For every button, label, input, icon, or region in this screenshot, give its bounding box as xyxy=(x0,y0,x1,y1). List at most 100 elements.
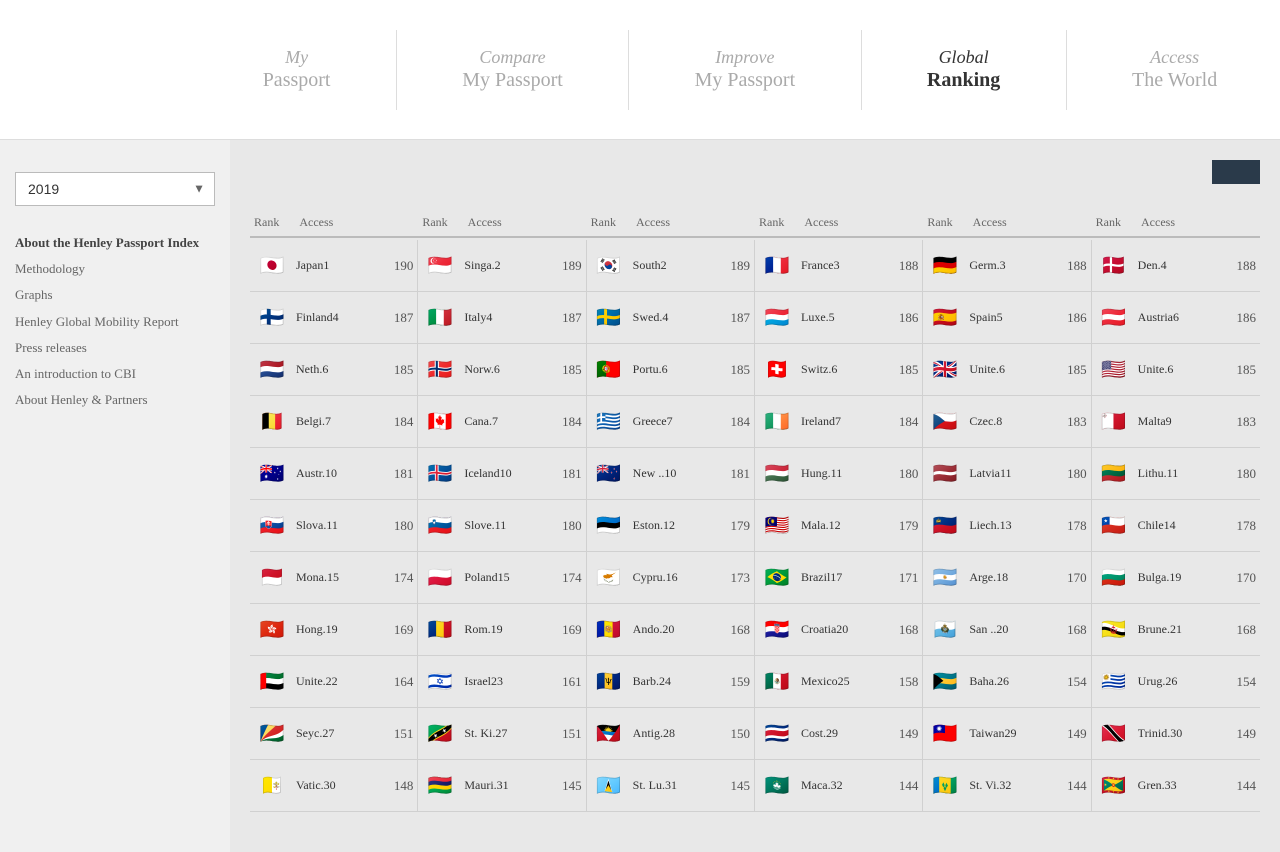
table-row[interactable]: 🇱🇹Lithu.11180 xyxy=(1092,448,1260,500)
country-info: Greece7 xyxy=(633,414,718,429)
table-row[interactable]: 🇳🇿New ..10181 xyxy=(587,448,755,500)
table-row[interactable]: 🇰🇳St. Ki.27151 xyxy=(418,708,586,760)
table-row[interactable]: 🇧🇪Belgi.7184 xyxy=(250,396,418,448)
sidebar-item-about-henley[interactable]: About the Henley Passport Index xyxy=(15,230,215,256)
country-name: Slove.11 xyxy=(464,518,549,533)
table-row[interactable]: 🇱🇺Luxe.5186 xyxy=(755,292,923,344)
table-row[interactable]: 🇪🇸Spain5186 xyxy=(923,292,1091,344)
table-row[interactable]: 🇸🇪Swed.4187 xyxy=(587,292,755,344)
table-row[interactable]: 🇱🇮Liech.13178 xyxy=(923,500,1091,552)
table-row[interactable]: 🇱🇨St. Lu.31145 xyxy=(587,760,755,812)
table-row[interactable]: 🇲🇽Mexico25158 xyxy=(755,656,923,708)
table-row[interactable]: 🇹🇹Trinid.30149 xyxy=(1092,708,1260,760)
access-score: 184 xyxy=(722,414,750,430)
country-name: St. Ki.27 xyxy=(464,726,549,741)
access-score: 186 xyxy=(1228,310,1256,326)
table-row[interactable]: 🇺🇸Unite.6185 xyxy=(1092,344,1260,396)
content-area: Rank Access Rank Access Rank Access Rank… xyxy=(230,140,1280,852)
flag-icon: 🇳🇴 xyxy=(422,352,458,388)
sidebar-item-mobility-report[interactable]: Henley Global Mobility Report xyxy=(15,309,215,335)
sidebar-item-graphs[interactable]: Graphs xyxy=(15,282,215,308)
country-info: Swed.4 xyxy=(633,310,718,325)
table-row[interactable]: 🇦🇩Ando.20168 xyxy=(587,604,755,656)
nav-compare[interactable]: Compare My Passport xyxy=(442,0,583,139)
table-row[interactable]: 🇲🇴Maca.32144 xyxy=(755,760,923,812)
table-row[interactable]: 🇩🇪Germ.3188 xyxy=(923,240,1091,292)
table-row[interactable]: 🇳🇴Norw.6185 xyxy=(418,344,586,396)
sidebar-item-about-partners[interactable]: About Henley & Partners xyxy=(15,387,215,413)
nav-my-passport[interactable]: My Passport xyxy=(243,0,351,139)
table-row[interactable]: 🇹🇼Taiwan29149 xyxy=(923,708,1091,760)
table-row[interactable]: 🇦🇹Austria6186 xyxy=(1092,292,1260,344)
flag-icon: 🇧🇬 xyxy=(1096,560,1132,596)
table-row[interactable]: 🇵🇱Poland15174 xyxy=(418,552,586,604)
table-row[interactable]: 🇺🇾Urug.26154 xyxy=(1092,656,1260,708)
table-row[interactable]: 🇬🇧Unite.6185 xyxy=(923,344,1091,396)
table-row[interactable]: 🇧🇸Baha.26154 xyxy=(923,656,1091,708)
table-row[interactable]: 🇷🇴Rom.19169 xyxy=(418,604,586,656)
table-row[interactable]: 🇱🇻Latvia11180 xyxy=(923,448,1091,500)
table-row[interactable]: 🇲🇺Mauri.31145 xyxy=(418,760,586,812)
table-row[interactable]: 🇮🇪Ireland7184 xyxy=(755,396,923,448)
table-row[interactable]: 🇸🇨Seyc.27151 xyxy=(250,708,418,760)
sidebar-item-press-releases[interactable]: Press releases xyxy=(15,335,215,361)
enquire-button[interactable] xyxy=(1212,160,1260,184)
nav-access-world[interactable]: Access The World xyxy=(1112,0,1237,139)
table-row[interactable]: 🇨🇷Cost.29149 xyxy=(755,708,923,760)
table-row[interactable]: 🇵🇹Portu.6185 xyxy=(587,344,755,396)
table-row[interactable]: 🇸🇮Slove.11180 xyxy=(418,500,586,552)
access-score: 179 xyxy=(722,518,750,534)
table-row[interactable]: 🇧🇧Barb.24159 xyxy=(587,656,755,708)
table-row[interactable]: 🇨🇱Chile14178 xyxy=(1092,500,1260,552)
table-row[interactable]: 🇻🇨St. Vi.32144 xyxy=(923,760,1091,812)
table-row[interactable]: 🇪🇪Eston.12179 xyxy=(587,500,755,552)
table-row[interactable]: 🇨🇭Switz.6185 xyxy=(755,344,923,396)
sidebar-item-methodology[interactable]: Methodology xyxy=(15,256,215,282)
header-cell-3: Rank Access xyxy=(587,209,755,236)
table-row[interactable]: 🇳🇱Neth.6185 xyxy=(250,344,418,396)
nav-improve-line2: My Passport xyxy=(695,68,796,92)
table-row[interactable]: 🇦🇺Austr.10181 xyxy=(250,448,418,500)
table-row[interactable]: 🇮🇸Iceland10181 xyxy=(418,448,586,500)
table-row[interactable]: 🇨🇾Cypru.16173 xyxy=(587,552,755,604)
table-row[interactable]: 🇭🇺Hung.11180 xyxy=(755,448,923,500)
table-row[interactable]: 🇲🇹Malta9183 xyxy=(1092,396,1260,448)
table-row[interactable]: 🇦🇪Unite.22164 xyxy=(250,656,418,708)
table-row[interactable]: 🇦🇷Arge.18170 xyxy=(923,552,1091,604)
table-row[interactable]: 🇫🇮Finland4187 xyxy=(250,292,418,344)
table-row[interactable]: 🇲🇾Mala.12179 xyxy=(755,500,923,552)
nav-improve[interactable]: Improve My Passport xyxy=(675,0,816,139)
table-row[interactable]: 🇸🇬Singa.2189 xyxy=(418,240,586,292)
table-row[interactable]: 🇮🇹Italy4187 xyxy=(418,292,586,344)
country-name: Ando.20 xyxy=(633,622,718,637)
table-row[interactable]: 🇧🇳Brune.21168 xyxy=(1092,604,1260,656)
table-row[interactable]: 🇨🇦Cana.7184 xyxy=(418,396,586,448)
table-row[interactable]: 🇸🇰Slova.11180 xyxy=(250,500,418,552)
year-select[interactable]: 2019 2018 2017 xyxy=(15,172,215,206)
table-row[interactable]: 🇨🇿Czec.8183 xyxy=(923,396,1091,448)
table-row[interactable]: 🇸🇲San ..20168 xyxy=(923,604,1091,656)
table-row[interactable]: 🇭🇰Hong.19169 xyxy=(250,604,418,656)
table-row[interactable]: 🇰🇷South2189 xyxy=(587,240,755,292)
table-row[interactable]: 🇩🇰Den.4188 xyxy=(1092,240,1260,292)
table-row[interactable]: 🇦🇬Antig.28150 xyxy=(587,708,755,760)
nav-divider-2 xyxy=(628,30,629,110)
access-score: 158 xyxy=(890,674,918,690)
table-row[interactable]: 🇯🇵Japan1190 xyxy=(250,240,418,292)
sidebar-item-intro-cbi[interactable]: An introduction to CBI xyxy=(15,361,215,387)
nav-global-ranking[interactable]: Global Ranking xyxy=(907,0,1020,139)
table-row[interactable]: 🇻🇦Vatic.30148 xyxy=(250,760,418,812)
table-row[interactable]: 🇧🇷Brazil17171 xyxy=(755,552,923,604)
access-score: 185 xyxy=(385,362,413,378)
country-name: Mala.12 xyxy=(801,518,886,533)
table-row[interactable]: 🇲🇨Mona.15174 xyxy=(250,552,418,604)
table-row[interactable]: 🇭🇷Croatia20168 xyxy=(755,604,923,656)
table-row[interactable]: 🇮🇱Israel23161 xyxy=(418,656,586,708)
table-row[interactable]: 🇬🇷Greece7184 xyxy=(587,396,755,448)
country-info: South2 xyxy=(633,258,718,273)
table-row[interactable]: 🇫🇷France3188 xyxy=(755,240,923,292)
flag-icon: 🇸🇰 xyxy=(254,508,290,544)
table-row[interactable]: 🇧🇬Bulga.19170 xyxy=(1092,552,1260,604)
table-row[interactable]: 🇬🇩Gren.33144 xyxy=(1092,760,1260,812)
flag-icon: 🇧🇧 xyxy=(591,664,627,700)
